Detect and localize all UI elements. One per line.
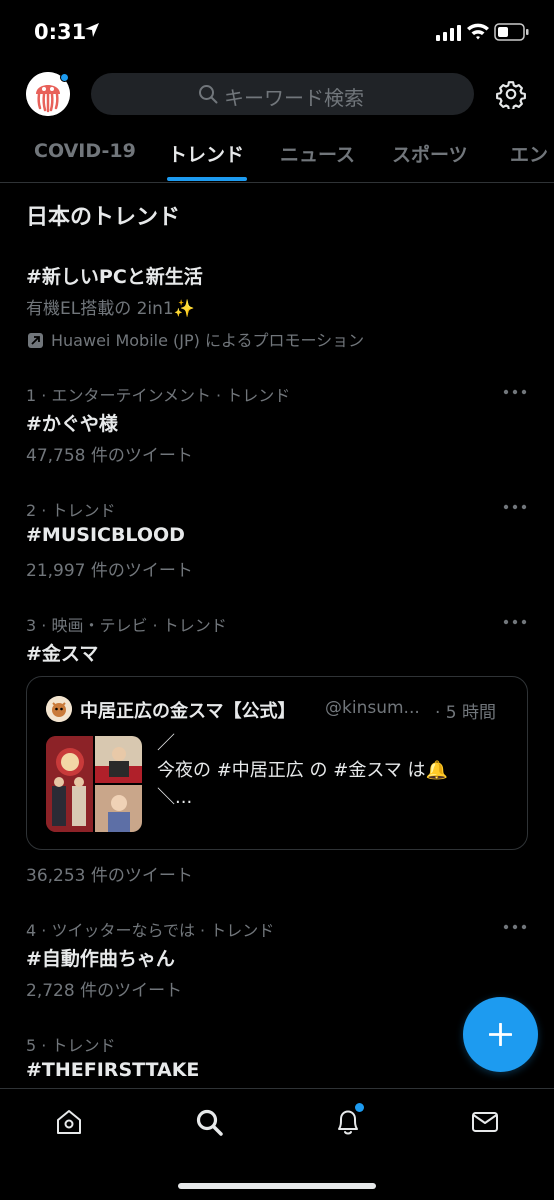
media-thumb (95, 785, 142, 832)
explore-tabs: COVID-19 トレンド ニュース スポーツ エン (0, 130, 554, 182)
trend-tweet-count: 2,728 件のツイート (26, 981, 183, 1001)
promo-trend-name[interactable]: #新しいPCと新生活 (26, 262, 203, 289)
promo-description: 有機EL搭載の 2in1✨ (26, 299, 195, 319)
cellular-signal-icon (436, 25, 461, 41)
tweet-timestamp: · 5 時間 (435, 703, 497, 723)
bottom-nav (0, 1088, 554, 1200)
tweet-author-handle: @kinsum... (325, 698, 420, 718)
tweet-text: ／ 今夜の #中居正広 の #金スマ は🔔 ＼... (157, 733, 448, 808)
tweet-author-avatar (46, 696, 72, 722)
tab-news[interactable]: ニュース (280, 140, 355, 167)
active-tab-indicator (167, 177, 247, 181)
search-input[interactable]: キーワード検索 (91, 73, 474, 115)
more-options-icon[interactable] (503, 924, 527, 930)
promoted-arrow-icon (28, 333, 43, 348)
status-bar: 0:31 (0, 0, 554, 64)
tab-trends[interactable]: トレンド (168, 140, 244, 167)
home-icon[interactable] (54, 1107, 84, 1137)
location-arrow-icon (85, 23, 99, 37)
trend-meta: 4 · ツイッターならでは · トレンド (26, 921, 275, 940)
tweet-media-thumbnails[interactable] (46, 736, 142, 832)
search-nav-icon[interactable] (194, 1107, 224, 1137)
more-options-icon[interactable] (503, 619, 527, 625)
tab-entertainment[interactable]: エン (510, 140, 548, 167)
promoted-by-text: Huawei Mobile (JP) によるプロモーション (51, 331, 365, 350)
battery-icon (494, 23, 529, 41)
tweet-author-name: 中居正広の金スマ【公式】 (80, 701, 296, 722)
trend-name[interactable]: #自動作曲ちゃん (26, 944, 175, 971)
more-options-icon[interactable] (503, 389, 527, 395)
more-options-icon[interactable] (503, 504, 527, 510)
trend-meta: 1 · エンターテインメント · トレンド (26, 386, 291, 405)
trend-meta: 3 · 映画・テレビ · トレンド (26, 616, 227, 635)
home-indicator (178, 1183, 376, 1189)
section-title: 日本のトレンド (26, 205, 181, 230)
trend-meta: 5 · トレンド (26, 1036, 116, 1055)
embedded-tweet-card[interactable]: 中居正広の金スマ【公式】 @kinsum... · 5 時間 ／ 今夜の #中居… (26, 676, 528, 850)
trend-tweet-count: 21,997 件のツイート (26, 561, 193, 581)
status-time: 0:31 (34, 20, 87, 44)
search-placeholder: キーワード検索 (224, 86, 364, 110)
tabs-divider (0, 182, 554, 183)
promoted-label: Huawei Mobile (JP) によるプロモーション (28, 327, 364, 351)
trend-tweet-count: 36,253 件のツイート (26, 866, 193, 886)
trend-name[interactable]: #MUSICBLOOD (26, 524, 185, 546)
trend-name[interactable]: #THEFIRSTTAKE (26, 1059, 199, 1081)
messages-mail-icon[interactable] (470, 1107, 500, 1137)
media-thumb (95, 736, 142, 783)
wifi-icon (467, 23, 489, 40)
trend-tweet-count: 47,758 件のツイート (26, 446, 193, 466)
search-icon (199, 85, 218, 104)
notification-dot (355, 1103, 364, 1112)
tab-sports[interactable]: スポーツ (392, 140, 468, 167)
plus-icon (489, 1023, 512, 1046)
tab-covid19[interactable]: COVID-19 (34, 140, 136, 162)
settings-gear-icon[interactable] (496, 79, 526, 109)
media-thumb (46, 736, 93, 832)
notification-dot (60, 73, 69, 82)
trend-meta: 2 · トレンド (26, 501, 116, 520)
trend-name[interactable]: #金スマ (26, 639, 98, 666)
compose-tweet-button[interactable] (463, 997, 538, 1072)
trend-name[interactable]: #かぐや様 (26, 409, 118, 436)
